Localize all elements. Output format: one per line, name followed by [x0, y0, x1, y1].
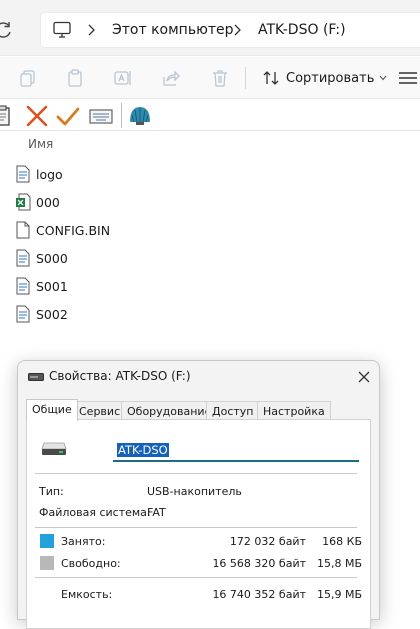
file-item[interactable]: S001	[15, 275, 68, 297]
free-human: 15,8 МБ	[316, 557, 362, 570]
paste-icon[interactable]	[65, 68, 85, 88]
text-file-icon	[16, 249, 30, 267]
toolbar-divider	[121, 103, 122, 128]
file-item[interactable]: 000	[15, 191, 60, 213]
filesystem-label: Файловая система:	[39, 506, 151, 519]
tab-tools[interactable]: Сервис	[73, 401, 127, 420]
divider	[35, 577, 357, 578]
file-name: 000	[36, 194, 60, 210]
volume-name-value: ATK-DSO	[117, 442, 169, 457]
volume-name-input[interactable]: ATK-DSO	[113, 439, 359, 462]
chevron-right-icon[interactable]	[231, 22, 243, 38]
file-name: logo	[36, 166, 63, 182]
more-icon[interactable]	[398, 71, 418, 85]
tab-hardware[interactable]: Оборудование	[121, 401, 218, 420]
text-file-icon	[16, 305, 30, 323]
text-file-icon	[16, 277, 30, 295]
computer-icon	[53, 21, 71, 38]
close-icon[interactable]	[355, 368, 373, 386]
keyboard-icon[interactable]	[89, 104, 113, 128]
tab-general[interactable]: Общие	[26, 399, 78, 421]
text-file-icon	[16, 165, 30, 183]
file-item[interactable]: S000	[15, 247, 68, 269]
sort-label: Сортировать	[286, 70, 375, 86]
free-space-swatch	[40, 556, 54, 570]
dialog-titlebar[interactable]: Свойства: ATK-DSO (F:)	[18, 361, 379, 393]
file-item[interactable]: CONFIG.BIN	[15, 219, 110, 241]
capacity-label: Емкость:	[61, 588, 113, 601]
tab-sharing[interactable]: Доступ	[206, 401, 260, 420]
general-panel: ATK-DSO Тип: USB-накопитель Файловая сис…	[26, 419, 371, 629]
dialog-title: Свойства: ATK-DSO (F:)	[49, 369, 191, 383]
copy-icon[interactable]	[18, 68, 38, 88]
toolbar-divider	[245, 67, 246, 89]
file-name: S001	[36, 278, 68, 294]
excel-file-icon	[16, 193, 31, 211]
used-human: 168 КБ	[322, 535, 362, 548]
column-header-name[interactable]: Имя	[28, 137, 53, 151]
tab-customize[interactable]: Настройка	[257, 401, 331, 420]
file-name: CONFIG.BIN	[36, 222, 111, 238]
breadcrumb[interactable]: Этот компьютер ATK-DSO (F:)	[40, 12, 420, 48]
file-item[interactable]: logo	[15, 163, 63, 185]
filesystem-value: FAT	[147, 506, 166, 519]
delete-icon[interactable]	[210, 68, 230, 88]
capacity-human: 15,9 МБ	[316, 588, 362, 601]
file-name: S002	[36, 306, 68, 322]
shell-icon[interactable]	[128, 104, 152, 128]
used-space-swatch	[40, 534, 54, 548]
file-item[interactable]: S002	[15, 303, 68, 325]
used-label: Занято:	[61, 535, 106, 548]
chevron-right-icon[interactable]	[85, 22, 97, 38]
sort-icon	[263, 71, 279, 85]
clipboard-icon[interactable]	[0, 104, 16, 128]
properties-dialog: Свойства: ATK-DSO (F:) Общие Сервис Обор…	[17, 360, 380, 629]
rename-icon[interactable]	[113, 68, 133, 88]
secondary-toolbar	[0, 100, 420, 131]
cancel-x-icon[interactable]	[25, 104, 49, 128]
breadcrumb-drive[interactable]: ATK-DSO (F:)	[258, 22, 346, 38]
command-bar: Сортировать	[0, 57, 420, 99]
type-label: Тип:	[39, 485, 64, 498]
refresh-icon[interactable]	[0, 20, 14, 40]
sort-button[interactable]: Сортировать	[262, 67, 387, 89]
free-bytes: 16 568 320 байт	[212, 557, 306, 570]
share-icon[interactable]	[161, 68, 181, 88]
drive-icon	[28, 373, 44, 381]
file-name: S000	[36, 250, 68, 266]
address-bar: Этот компьютер ATK-DSO (F:)	[0, 0, 420, 56]
confirm-check-icon[interactable]	[56, 104, 80, 128]
free-label: Свободно:	[61, 557, 121, 570]
drive-icon	[41, 442, 67, 455]
file-icon	[16, 221, 30, 239]
used-bytes: 172 032 байт	[229, 535, 306, 548]
divider	[35, 527, 357, 528]
type-value: USB-накопитель	[147, 485, 242, 498]
chevron-down-icon	[379, 75, 387, 81]
capacity-bytes: 16 740 352 байт	[212, 588, 306, 601]
breadcrumb-this-pc[interactable]: Этот компьютер	[112, 22, 234, 38]
divider	[35, 473, 357, 474]
